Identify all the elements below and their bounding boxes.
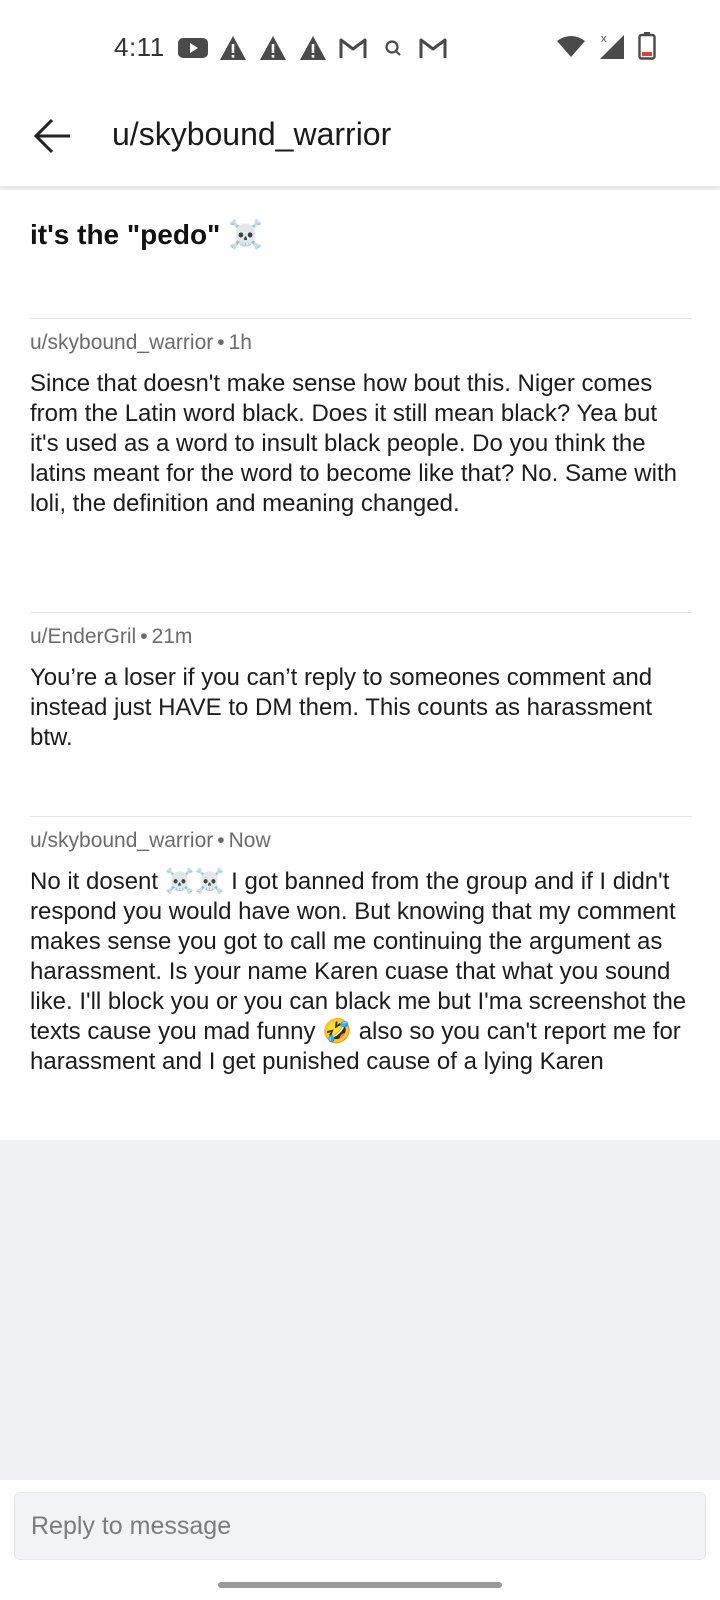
cell-signal-icon: x	[598, 32, 626, 65]
battery-icon	[638, 32, 656, 65]
home-indicator[interactable]	[218, 1582, 502, 1588]
reply-bar	[0, 1480, 720, 1600]
page-title: u/skybound_warrior	[112, 116, 392, 152]
message-author[interactable]: u/skybound_warrior	[30, 829, 213, 852]
warning-icon	[218, 34, 248, 62]
header: u/skybound_warrior	[0, 96, 720, 186]
message-thread: it's the "pedo" ☠️ u/skybound_warrior • 1h…	[0, 190, 720, 1140]
status-bar: 4:11 x	[0, 0, 720, 96]
meta-separator: •	[140, 625, 148, 648]
message-item: u/skybound_warrior • Now No it dosent ☠️☠️…	[30, 816, 692, 1077]
search-icon	[378, 34, 408, 62]
reply-input[interactable]	[14, 1492, 706, 1560]
youtube-icon	[178, 34, 208, 62]
message-time: 1h	[228, 331, 252, 354]
message-body: You’re a loser if you can’t reply to som…	[30, 664, 653, 751]
gmail-icon	[338, 34, 368, 62]
thread-subject: it's the "pedo" ☠️	[30, 219, 263, 250]
message-time: 21m	[151, 625, 193, 648]
warning-icon	[298, 34, 328, 62]
message-item: u/EnderGril • 21m You’re a loser if you ca…	[30, 612, 692, 753]
meta-separator: •	[217, 331, 225, 354]
warning-icon	[258, 34, 288, 62]
message-meta: u/skybound_warrior • Now	[30, 827, 692, 855]
gmail-icon	[418, 34, 448, 62]
back-button[interactable]	[30, 114, 74, 158]
svg-text:x: x	[601, 33, 607, 45]
back-arrow-icon	[33, 118, 70, 154]
screen: 4:11 x u/skybound_warrior it's the "pedo…	[0, 0, 720, 1600]
message-time: Now	[228, 829, 271, 852]
wifi-icon	[556, 34, 586, 63]
message-body: No it dosent ☠️☠️ I got banned from the …	[30, 868, 687, 1075]
message-meta: u/EnderGril • 21m	[30, 623, 692, 651]
message-meta: u/skybound_warrior • 1h	[30, 329, 692, 357]
message-author[interactable]: u/skybound_warrior	[30, 331, 213, 354]
message-body: Since that doesn't make sense how bout t…	[30, 370, 677, 517]
message-author[interactable]: u/EnderGril	[30, 625, 136, 648]
message-item: u/skybound_warrior • 1h Since that doesn't…	[30, 318, 692, 519]
meta-separator: •	[217, 829, 225, 852]
notification-icons	[178, 34, 448, 62]
status-time: 4:11	[114, 32, 165, 62]
system-icons: x	[556, 32, 656, 65]
